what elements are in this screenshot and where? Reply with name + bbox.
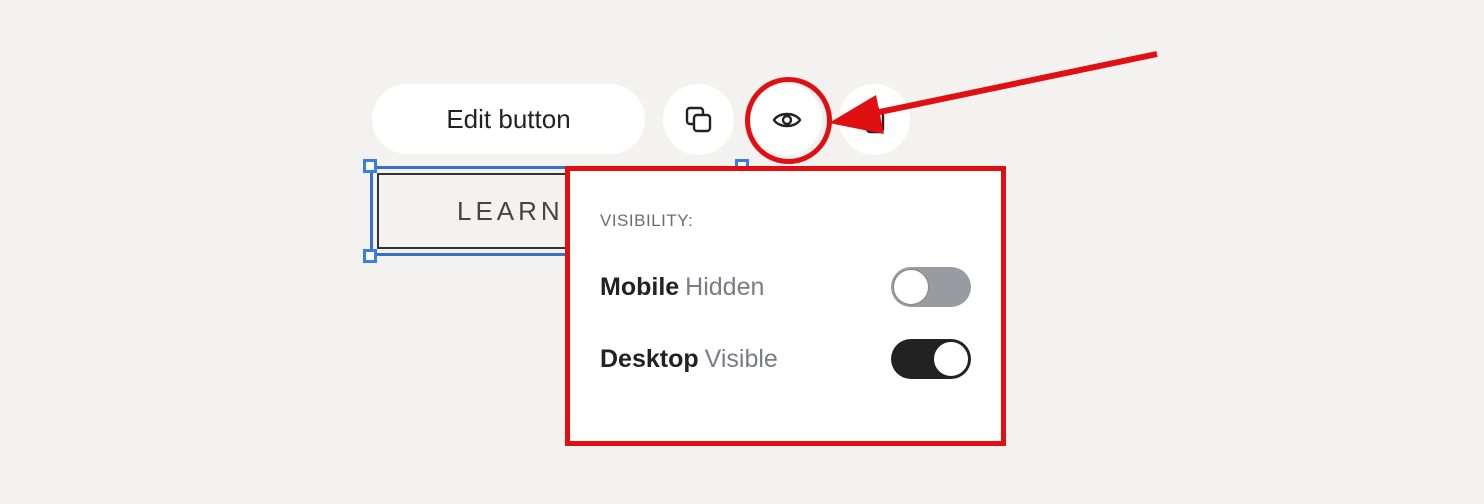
resize-handle-top-left[interactable] bbox=[363, 159, 377, 173]
visibility-heading: VISIBILITY: bbox=[600, 211, 694, 230]
trash-icon bbox=[865, 107, 884, 133]
desktop-visibility-text: Desktop Visible bbox=[600, 345, 778, 374]
duplicate-button[interactable] bbox=[663, 84, 734, 155]
visibility-row-desktop: Desktop Visible bbox=[600, 338, 971, 380]
duplicate-icon bbox=[685, 106, 711, 132]
mobile-state: Hidden bbox=[685, 272, 765, 301]
toggle-knob bbox=[893, 269, 929, 305]
mobile-visibility-text: Mobile Hidden bbox=[600, 273, 764, 302]
edit-button-label: Edit button bbox=[446, 103, 571, 134]
mobile-visibility-toggle[interactable] bbox=[891, 267, 971, 307]
arrow-shaft bbox=[869, 51, 1158, 117]
learn-button-label: LEARN bbox=[457, 195, 564, 226]
toggle-knob bbox=[933, 341, 969, 377]
resize-handle-bottom-left[interactable] bbox=[363, 249, 377, 263]
desktop-label: Desktop bbox=[600, 344, 699, 373]
edit-button[interactable]: Edit button bbox=[372, 84, 645, 154]
mobile-label: Mobile bbox=[600, 272, 680, 301]
visibility-button[interactable] bbox=[751, 84, 822, 155]
visibility-panel: VISIBILITY: Mobile Hidden Desktop Visible bbox=[565, 166, 1006, 446]
visibility-row-mobile: Mobile Hidden bbox=[600, 266, 971, 308]
desktop-visibility-toggle[interactable] bbox=[891, 339, 971, 379]
desktop-state: Visible bbox=[704, 344, 778, 373]
eye-icon bbox=[772, 112, 801, 127]
delete-button[interactable] bbox=[839, 84, 910, 155]
